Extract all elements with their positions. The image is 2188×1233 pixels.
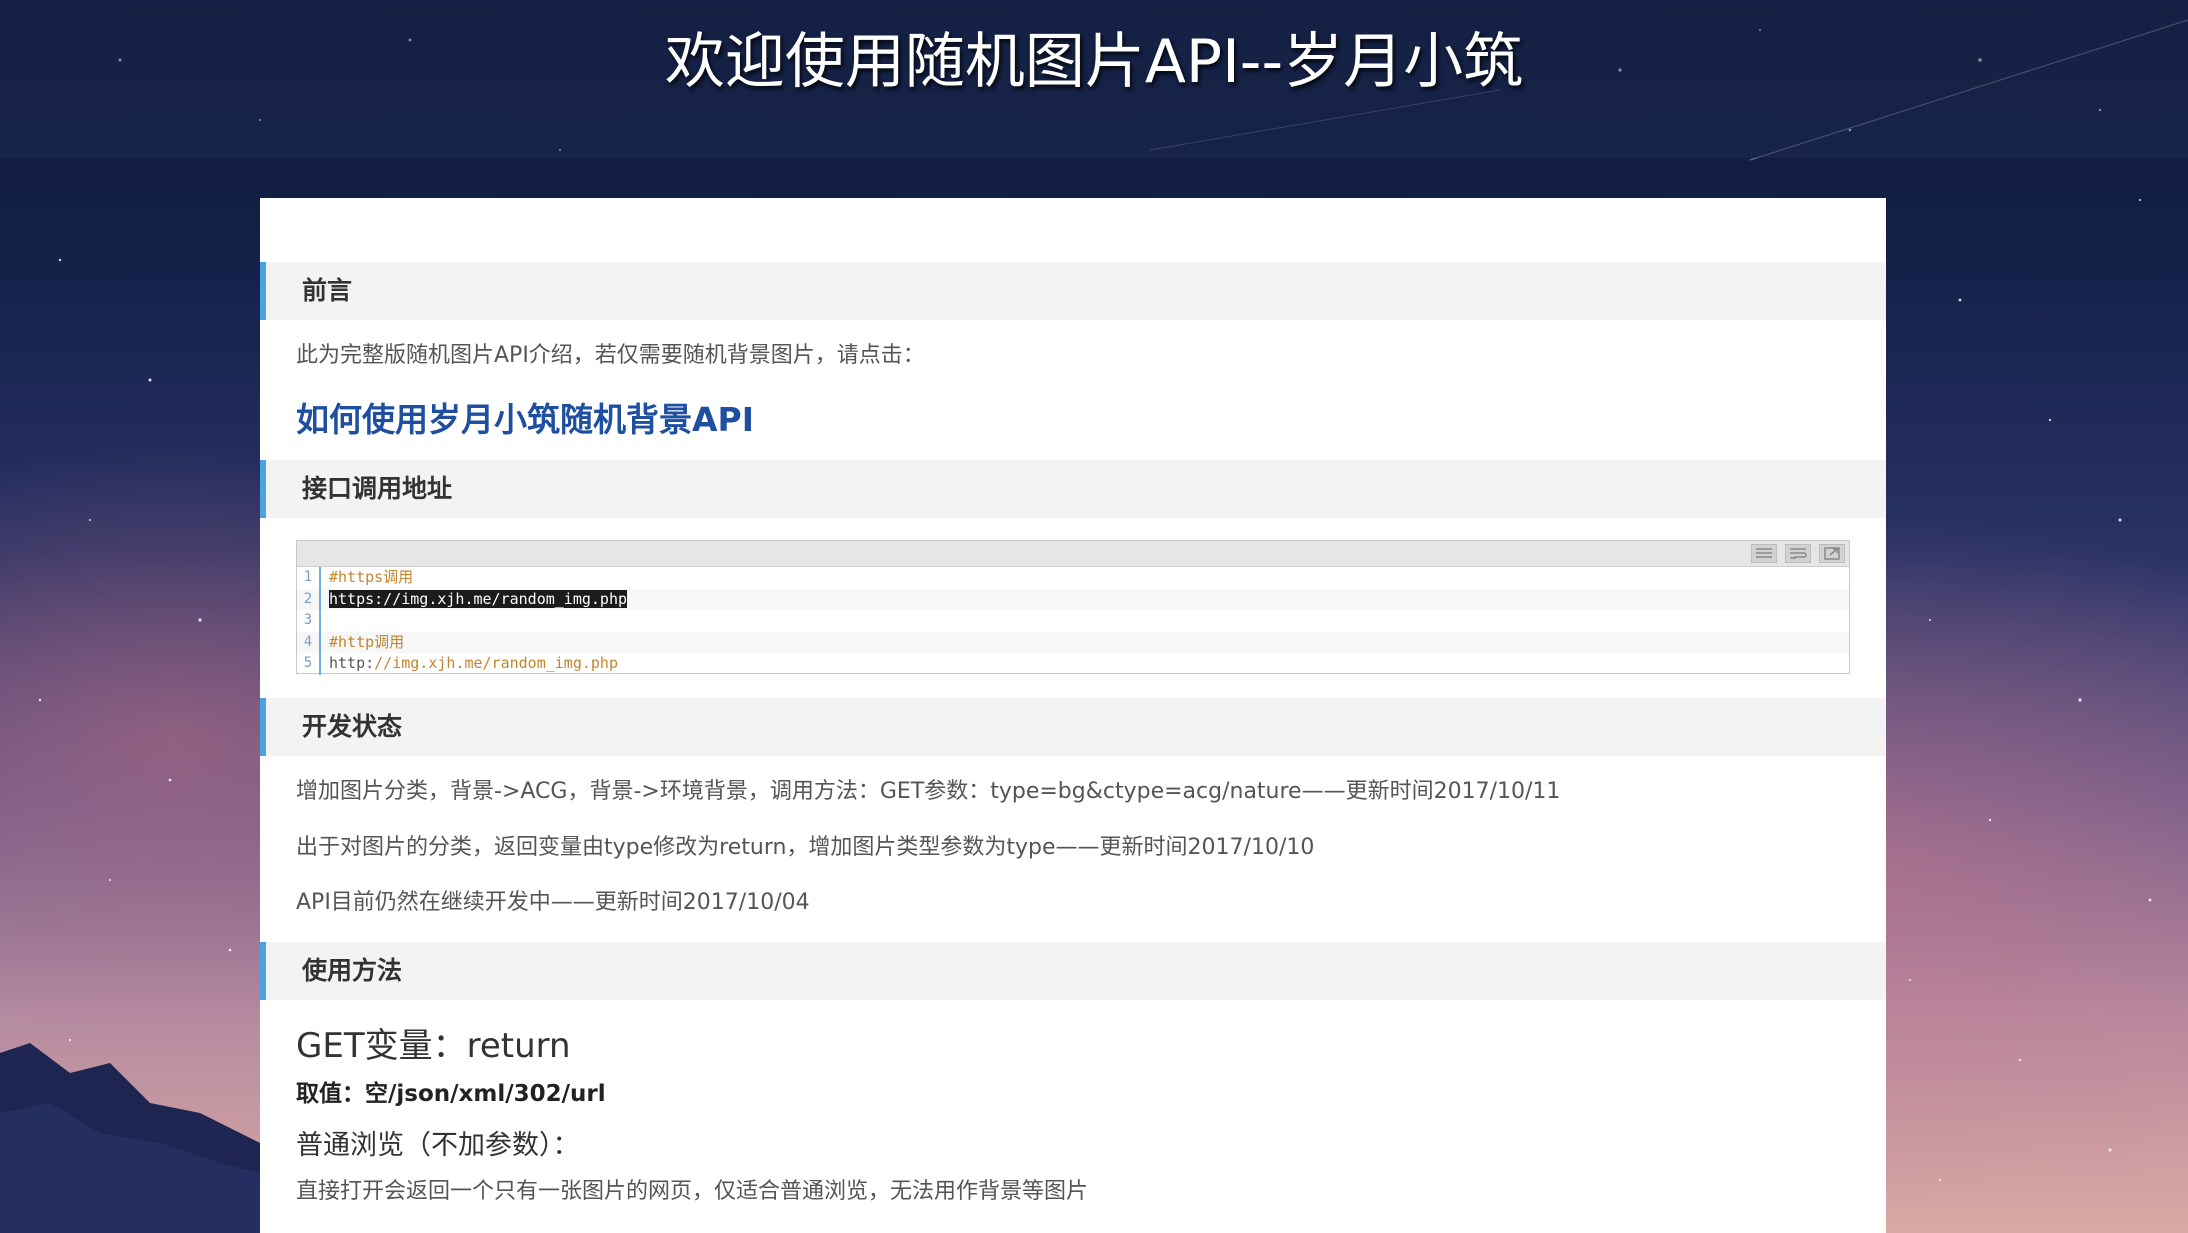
get-values-text: 取值：空/json/xml/302/url	[296, 1081, 606, 1107]
mountain-silhouette	[0, 1043, 260, 1233]
code-line: 3	[297, 610, 1849, 632]
line-number: 5	[297, 653, 321, 675]
line-number: 2	[297, 588, 321, 610]
section-heading-usage: 使用方法	[260, 942, 1886, 1000]
wrap-lines-icon[interactable]	[1785, 544, 1811, 563]
browse-description: 直接打开会返回一个只有一张图片的网页，仅适合普通浏览，无法用作背景等图片	[296, 1179, 1089, 1204]
content-card: 前言 此为完整版随机图片API介绍，若仅需要随机背景图片，请点击： 如何使用岁月…	[260, 198, 1886, 1233]
browse-heading: 普通浏览（不加参数）：	[296, 1130, 580, 1161]
code-toolbar	[297, 541, 1849, 567]
http-scheme: http:	[329, 654, 375, 672]
get-variable-heading: GET变量：return	[296, 1026, 571, 1066]
open-new-window-icon[interactable]	[1819, 544, 1845, 563]
section-heading-text: 接口调用地址	[302, 474, 453, 503]
section-heading-endpoint: 接口调用地址	[260, 460, 1886, 518]
line-number: 1	[297, 567, 321, 589]
line-number: 3	[297, 610, 321, 632]
status-update: 出于对图片的分类，返回变量由type修改为return，增加图片类型参数为typ…	[296, 835, 1315, 860]
https-endpoint-url[interactable]: https://img.xjh.me/random_img.php	[329, 589, 628, 608]
section-heading-text: 开发状态	[302, 712, 403, 741]
code-line: 5 http://img.xjh.me/random_img.php	[297, 653, 1849, 675]
site-title: 欢迎使用随机图片API--岁月小筑	[664, 27, 1524, 97]
background-api-link[interactable]: 如何使用岁月小筑随机背景API	[296, 398, 754, 442]
code-line: 4 #http调用	[297, 631, 1849, 653]
preface-text: 此为完整版随机图片API介绍，若仅需要随机背景图片，请点击：	[296, 343, 925, 368]
section-heading-preface: 前言	[260, 262, 1886, 320]
http-endpoint-url: //img.xjh.me/random_img.php	[374, 654, 618, 672]
code-line: 1 #https调用	[297, 567, 1849, 589]
section-heading-status: 开发状态	[260, 698, 1886, 756]
line-number: 4	[297, 631, 321, 653]
section-heading-text: 前言	[302, 276, 353, 305]
code-comment: #https调用	[329, 568, 414, 586]
status-update: API目前仍然在继续开发中——更新时间2017/10/04	[296, 890, 810, 915]
section-heading-text: 使用方法	[302, 956, 403, 985]
view-source-icon[interactable]	[1751, 544, 1777, 563]
code-lines: 1 #https调用 2 https://img.xjh.me/random_i…	[297, 567, 1849, 675]
code-block: 1 #https调用 2 https://img.xjh.me/random_i…	[296, 540, 1850, 675]
code-comment: #http调用	[329, 632, 405, 651]
status-update: 增加图片分类，背景->ACG，背景->环境背景，调用方法：GET参数：type=…	[296, 779, 1561, 804]
code-line: 2 https://img.xjh.me/random_img.php	[297, 588, 1849, 610]
